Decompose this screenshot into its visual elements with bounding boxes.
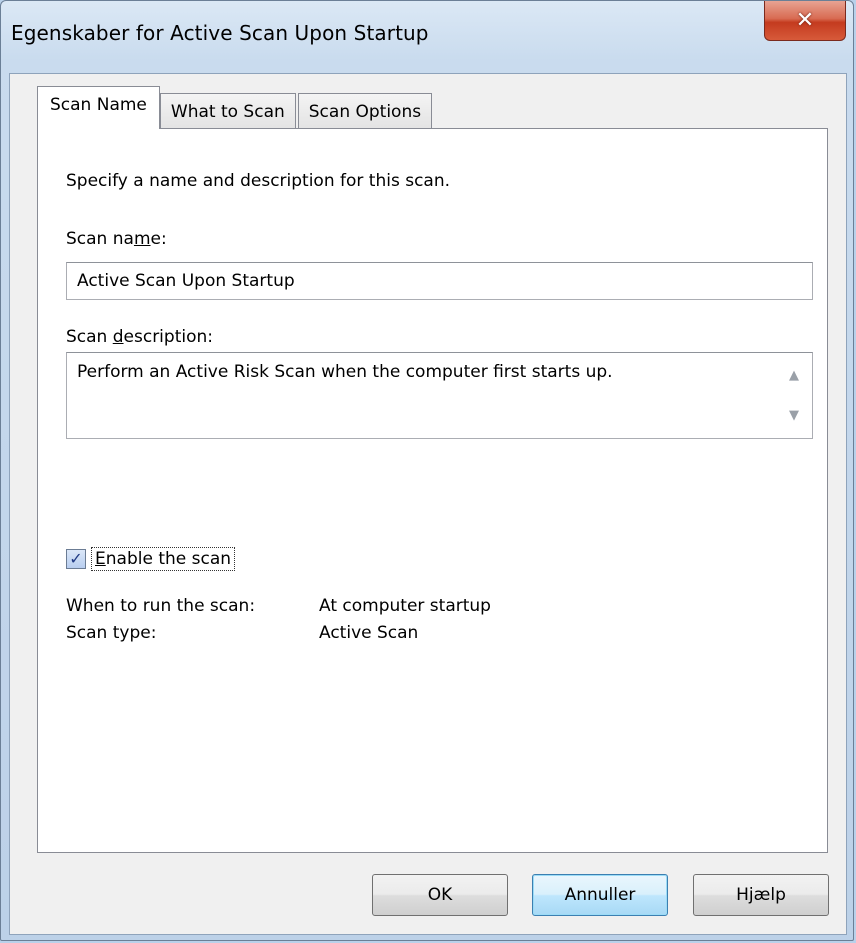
tab-scan-options[interactable]: Scan Options xyxy=(297,93,433,129)
scan-type-row: Scan type: Active Scan xyxy=(66,623,418,643)
scroll-up-icon[interactable]: ▲ xyxy=(777,368,811,383)
tab-panel-scan-name: Specify a name and description for this … xyxy=(37,128,828,853)
checkmark-icon: ✓ xyxy=(69,549,83,568)
scan-name-label-accesskey: m xyxy=(133,229,151,249)
title-bar[interactable]: Egenskaber for Active Scan Upon Startup … xyxy=(1,1,853,71)
scan-name-label-part: Scan na xyxy=(66,229,134,249)
tab-scan-name[interactable]: Scan Name xyxy=(37,86,160,129)
close-button[interactable]: ✕ xyxy=(764,1,846,41)
properties-dialog: Egenskaber for Active Scan Upon Startup … xyxy=(0,0,854,941)
when-to-run-key: When to run the scan: xyxy=(66,596,256,616)
scan-type-key: Scan type: xyxy=(66,623,157,643)
help-button[interactable]: Hjælp xyxy=(693,874,829,916)
enable-scan-checkbox[interactable]: ✓ xyxy=(66,549,86,569)
tab-strip: Scan Name What to Scan Scan Options xyxy=(37,81,434,129)
close-icon: ✕ xyxy=(795,7,815,33)
enable-scan-label-accesskey: E xyxy=(95,549,106,569)
enable-scan-label[interactable]: Enable the scan xyxy=(91,547,236,571)
description-scrollbar[interactable]: ▲ ▼ xyxy=(777,354,811,437)
scan-description-textarea[interactable]: Perform an Active Risk Scan when the com… xyxy=(66,352,813,439)
scan-description-label-accesskey: d xyxy=(112,327,124,347)
scan-description-label-part: escription: xyxy=(123,327,213,347)
enable-scan-toggle[interactable]: ✓ Enable the scan xyxy=(66,547,236,571)
scan-description-label: Scan description: xyxy=(66,327,213,347)
scan-name-label-part: e: xyxy=(150,229,167,249)
ok-button[interactable]: OK xyxy=(372,874,508,916)
scan-type-value: Active Scan xyxy=(319,623,419,643)
when-to-run-value: At computer startup xyxy=(319,596,491,616)
enable-scan-label-part: nable the scan xyxy=(105,549,232,569)
scan-name-input[interactable]: Active Scan Upon Startup xyxy=(66,262,813,300)
scan-name-label: Scan name: xyxy=(66,229,167,249)
dialog-client-area: Scan Name What to Scan Scan Options Spec… xyxy=(9,73,847,935)
tab-what-to-scan[interactable]: What to Scan xyxy=(159,93,296,129)
cancel-button[interactable]: Annuller xyxy=(532,874,668,916)
intro-text: Specify a name and description for this … xyxy=(66,171,451,191)
scan-description-value: Perform an Active Risk Scan when the com… xyxy=(77,362,613,382)
scan-description-label-part: Scan xyxy=(66,327,113,347)
window-title: Egenskaber for Active Scan Upon Startup xyxy=(11,21,429,45)
scroll-down-icon[interactable]: ▼ xyxy=(777,408,811,423)
when-to-run-row: When to run the scan: At computer startu… xyxy=(66,596,491,616)
